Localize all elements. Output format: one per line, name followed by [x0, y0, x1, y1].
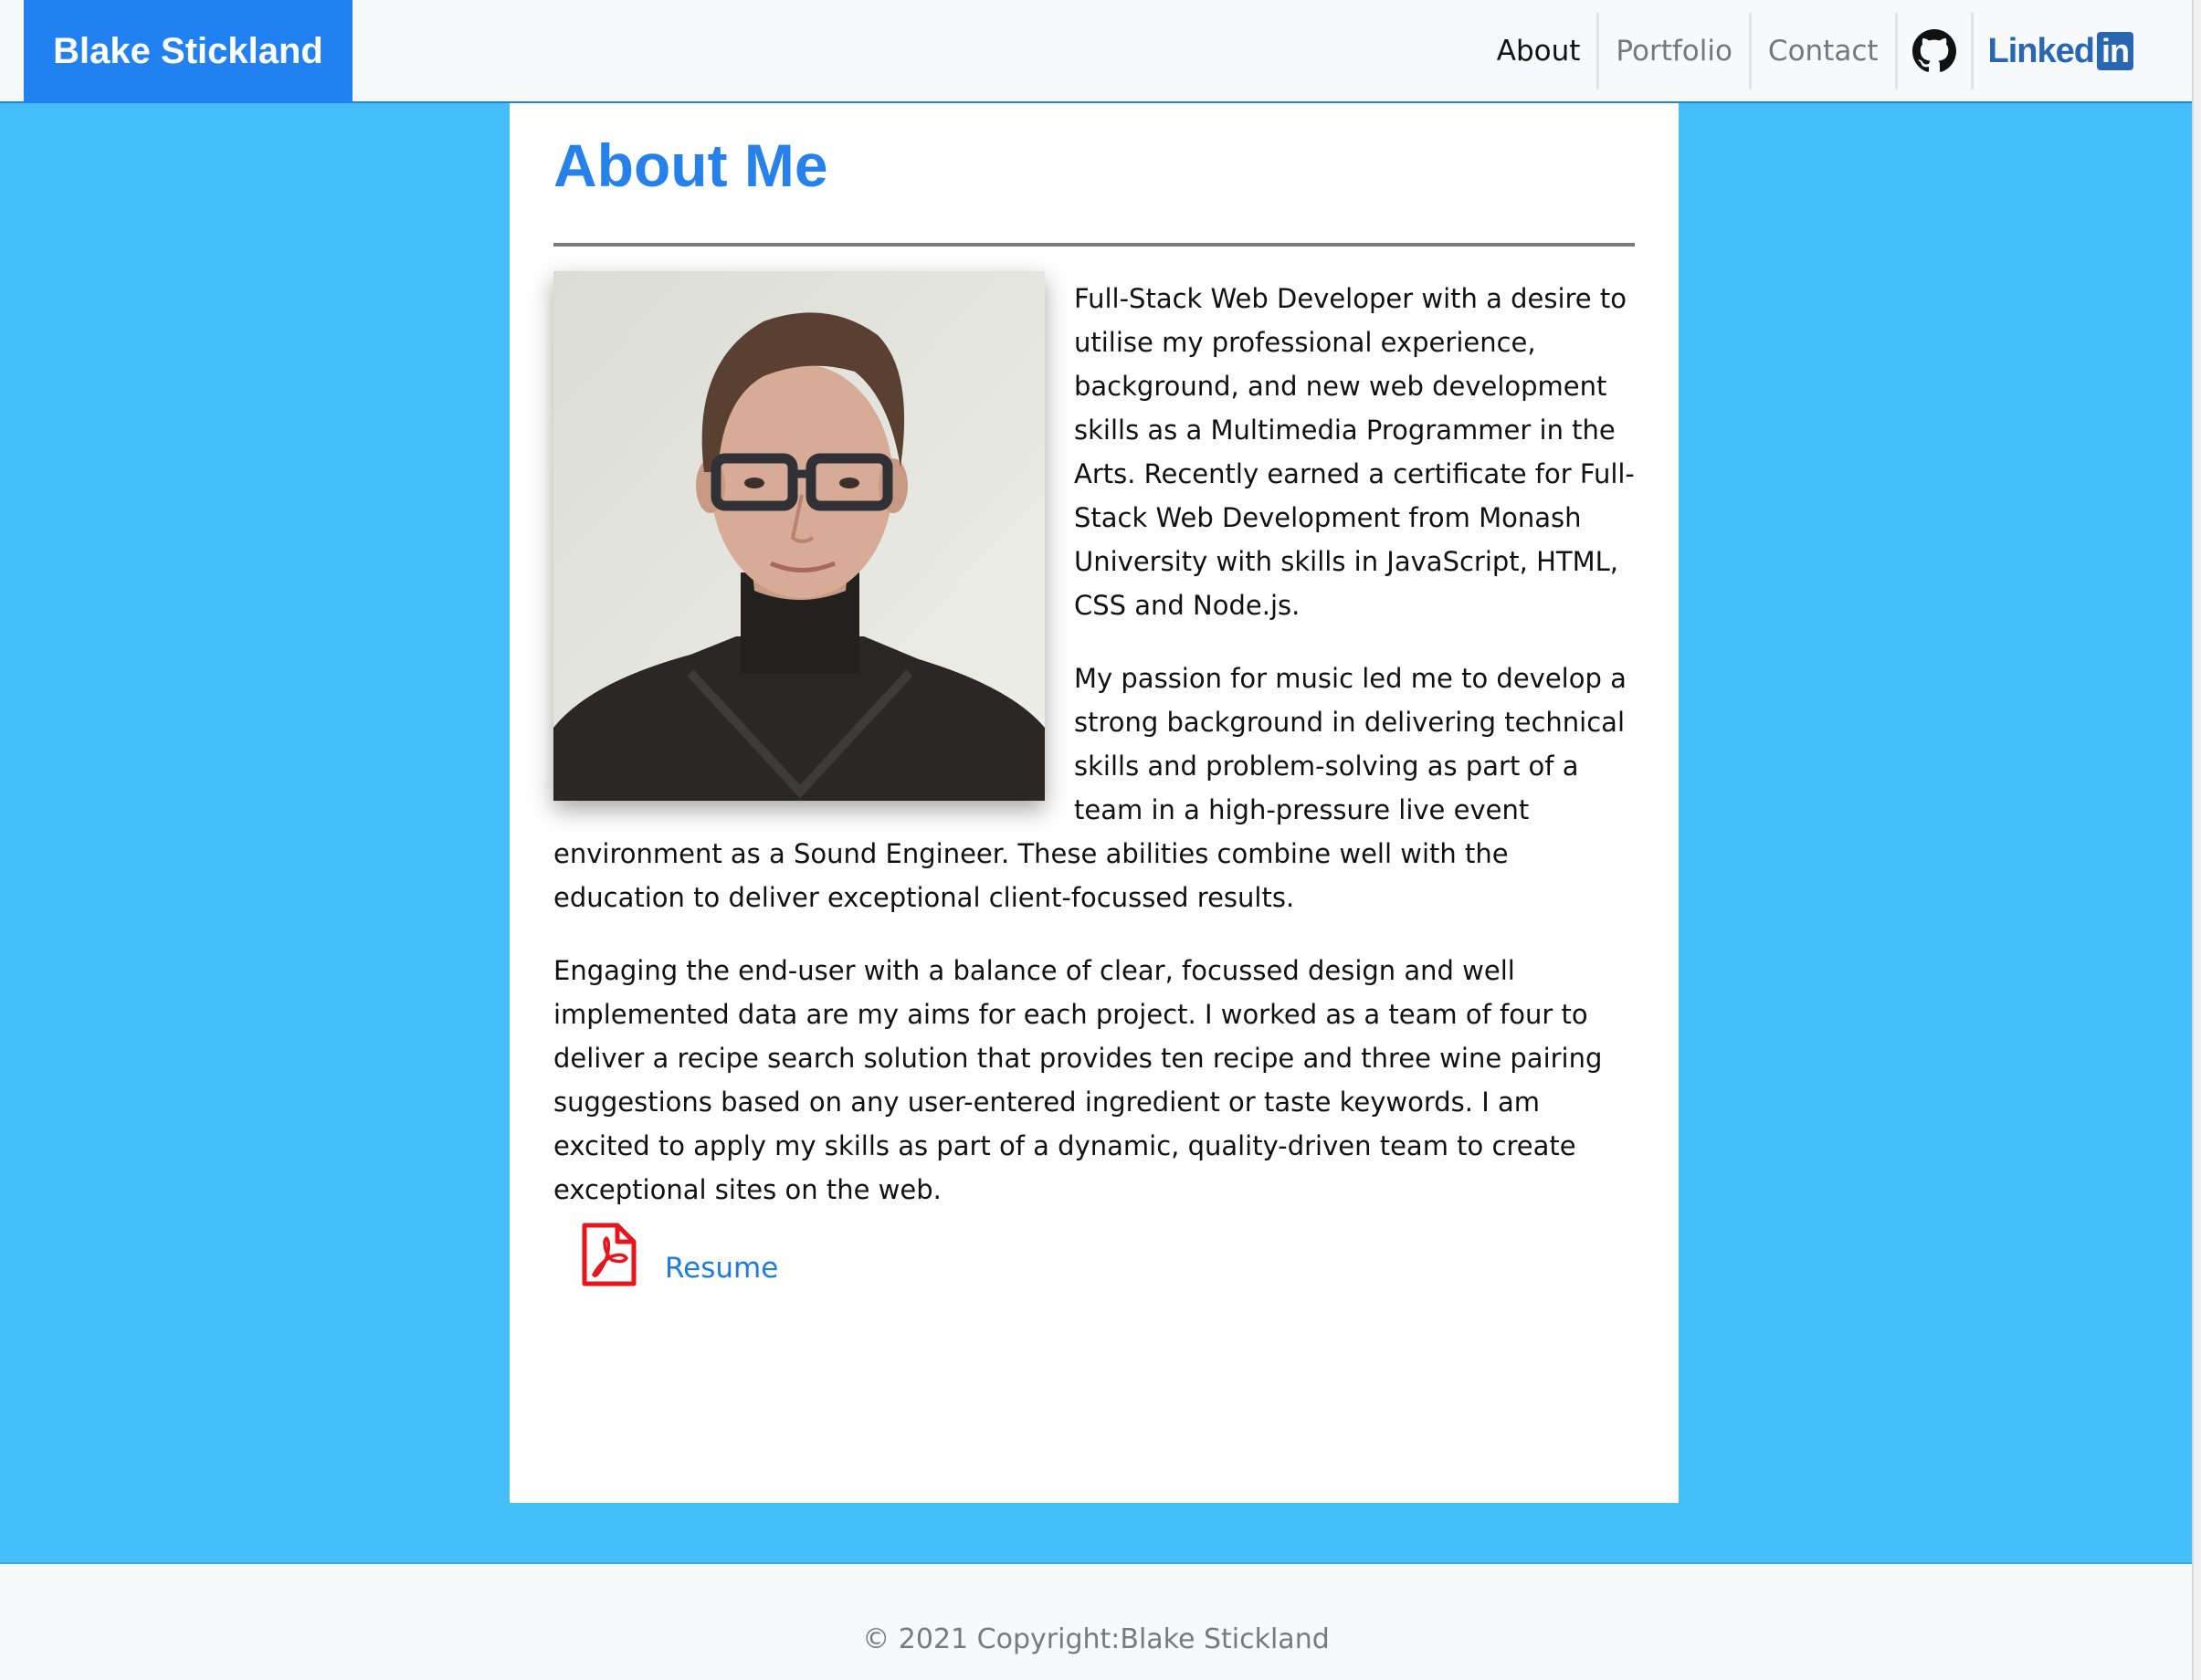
nav-links: About Portfolio Contact Linked in: [1480, 13, 2148, 89]
main-background: About Me Full-Stack Web Developer with a…: [0, 103, 2192, 1564]
copyright-text: © 2021 Copyright:Blake Stickland: [862, 1623, 1330, 1655]
footer: © 2021 Copyright:Blake Stickland: [0, 1564, 2192, 1680]
about-paragraph-3: Engaging the end-user with a balance of …: [553, 955, 1603, 1205]
github-link[interactable]: [1894, 13, 1971, 89]
github-icon: [1911, 29, 1956, 72]
scrollbar[interactable]: [2192, 0, 2201, 1680]
nav-link-about[interactable]: About: [1480, 13, 1597, 89]
navbar: Blake Stickland About Portfolio Contact …: [0, 0, 2192, 103]
resume-label: Resume: [665, 1252, 779, 1285]
nav-link-portfolio[interactable]: Portfolio: [1596, 13, 1749, 89]
linkedin-in-box: in: [2097, 32, 2133, 70]
linkedin-link[interactable]: Linked in: [1970, 13, 2148, 89]
page-title: About Me: [553, 131, 828, 199]
resume-link[interactable]: Resume: [581, 1222, 778, 1287]
profile-photo: [553, 271, 1045, 801]
linkedin-word: Linked: [1987, 31, 2095, 70]
pdf-icon: [582, 1223, 637, 1286]
brand-logo[interactable]: Blake Stickland: [24, 0, 353, 102]
linkedin-logo: Linked in: [1988, 32, 2133, 71]
nav-link-contact[interactable]: Contact: [1748, 13, 1895, 89]
about-card: About Me Full-Stack Web Developer with a…: [510, 103, 1679, 1503]
about-content: Full-Stack Web Developer with a desire t…: [553, 271, 1638, 1241]
title-divider: [553, 243, 1635, 247]
